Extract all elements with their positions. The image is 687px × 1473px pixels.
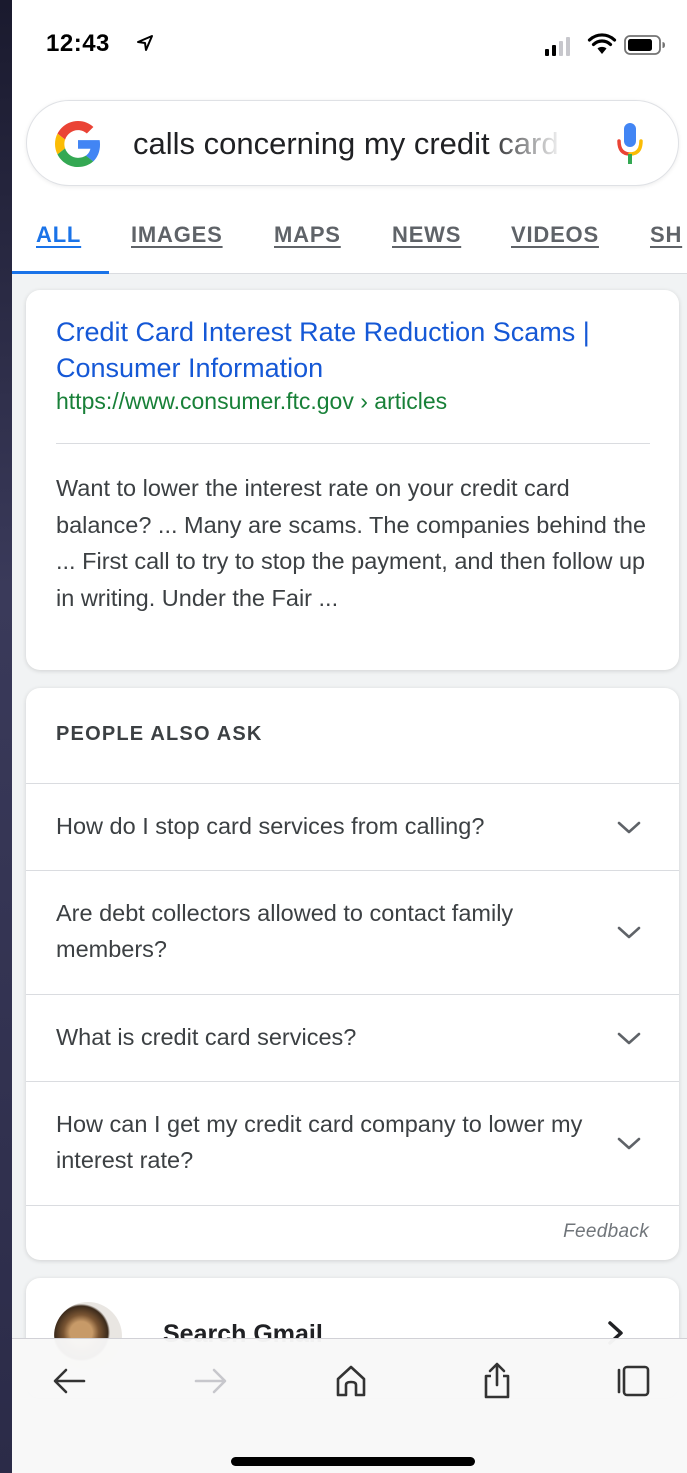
paa-question-item[interactable]: Are debt collectors allowed to contact f…: [26, 870, 679, 994]
microphone-icon[interactable]: [615, 121, 645, 167]
home-icon[interactable]: [331, 1361, 371, 1401]
active-tab-indicator: [12, 271, 109, 274]
tab-images[interactable]: IMAGES: [131, 222, 223, 248]
paa-question-text: How can I get my credit card company to …: [56, 1111, 583, 1173]
result-url[interactable]: https://www.consumer.ftc.gov › articles: [56, 388, 447, 415]
paa-question-text: How do I stop card services from calling…: [56, 813, 485, 839]
forward-arrow-icon[interactable]: [190, 1361, 230, 1401]
tab-shopping[interactable]: SH: [650, 222, 682, 248]
result-divider: [56, 443, 650, 444]
chevron-down-icon: [617, 926, 641, 939]
query-fade: [487, 121, 597, 167]
feedback-link[interactable]: Feedback: [563, 1221, 649, 1243]
browser-toolbar: [12, 1338, 687, 1473]
tab-all[interactable]: ALL: [36, 222, 81, 248]
people-also-ask-card: PEOPLE ALSO ASK How do I stop card servi…: [26, 688, 679, 1260]
status-time: 12:43: [46, 30, 110, 57]
chevron-down-icon: [617, 1137, 641, 1150]
phone-screen: 12:43 calls concerning my credit ALL IMA…: [12, 0, 687, 1473]
search-result-card[interactable]: Credit Card Interest Rate Reduction Scam…: [26, 290, 679, 670]
search-bar[interactable]: calls concerning my credit card services: [26, 100, 679, 186]
tab-news[interactable]: NEWS: [392, 222, 461, 248]
paa-heading: PEOPLE ALSO ASK: [56, 723, 263, 745]
chevron-down-icon: [617, 1032, 641, 1045]
tab-videos[interactable]: VIDEOS: [511, 222, 599, 248]
home-indicator: [231, 1457, 475, 1466]
location-arrow-icon: [137, 35, 153, 51]
chevron-down-icon: [617, 821, 641, 834]
search-header: calls concerning my credit card services…: [12, 92, 687, 274]
paa-question-item[interactable]: What is credit card services?: [26, 994, 679, 1081]
back-arrow-icon[interactable]: [50, 1361, 90, 1401]
battery-icon: [624, 35, 665, 55]
tab-maps[interactable]: MAPS: [274, 222, 341, 248]
paa-question-item[interactable]: How can I get my credit card company to …: [26, 1081, 679, 1205]
wifi-icon: [587, 33, 617, 54]
search-tabs: ALL IMAGES MAPS NEWS VIDEOS SH: [12, 214, 687, 274]
google-g-logo: [55, 121, 101, 167]
share-icon[interactable]: [477, 1361, 517, 1401]
paa-question-text: Are debt collectors allowed to contact f…: [56, 900, 514, 962]
paa-question-item[interactable]: How do I stop card services from calling…: [26, 783, 679, 870]
cellular-signal-icon: [545, 37, 570, 56]
tabs-icon[interactable]: [614, 1361, 654, 1401]
result-title-link[interactable]: Credit Card Interest Rate Reduction Scam…: [56, 314, 656, 386]
paa-question-text: What is credit card services?: [56, 1024, 357, 1050]
status-bar: 12:43: [12, 0, 687, 92]
result-snippet: Want to lower the interest rate on your …: [56, 475, 647, 611]
device-bezel-strip: [0, 0, 12, 1473]
